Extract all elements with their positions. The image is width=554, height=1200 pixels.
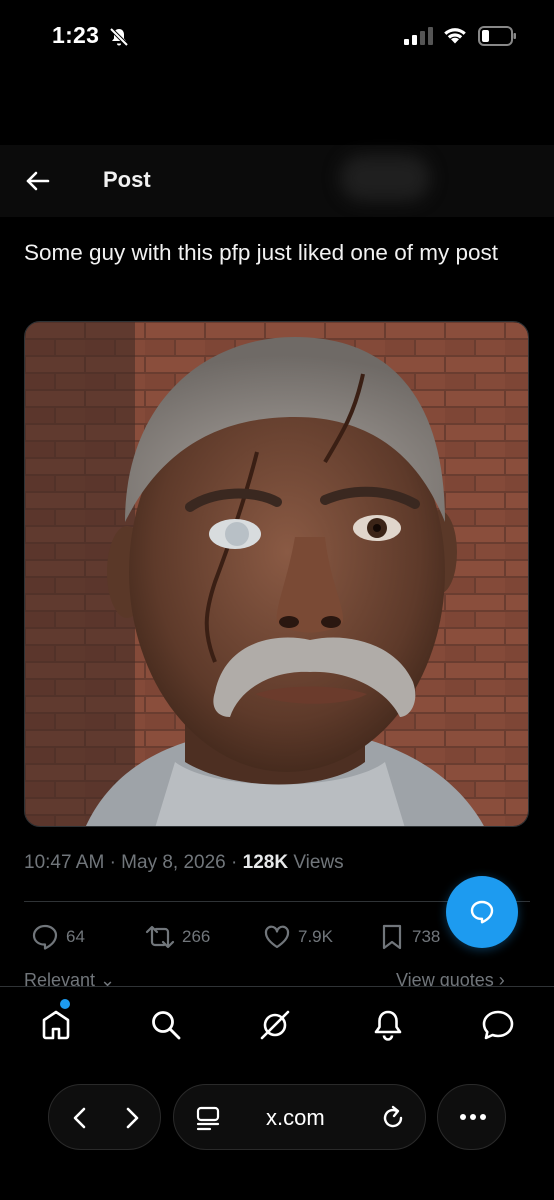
sort-relevant-label: Relevant — [24, 970, 96, 986]
views-count: 128K — [242, 852, 289, 873]
bookmark-icon — [382, 924, 402, 950]
reload-icon[interactable] — [379, 1104, 407, 1132]
browser-back-icon[interactable] — [65, 1103, 95, 1133]
reply-button[interactable]: 64 — [30, 922, 85, 952]
post-image[interactable] — [24, 321, 529, 827]
home-icon — [42, 1010, 70, 1040]
page-title: Post — [103, 167, 151, 192]
meta-separator: · — [109, 852, 116, 873]
notifications-icon — [374, 1010, 402, 1041]
like-count: 7.9K — [298, 927, 333, 946]
status-bar: 1:23 — [0, 0, 554, 72]
reply-count: 64 — [66, 927, 85, 946]
reader-mode-icon[interactable] — [194, 1104, 222, 1132]
post-header: Post — [0, 145, 554, 217]
reply-icon — [32, 924, 58, 950]
messages-icon — [482, 1010, 514, 1040]
reply-bubble-icon — [470, 900, 494, 924]
chevron-right-icon: › — [493, 970, 505, 986]
home-notification-dot — [60, 999, 70, 1009]
nav-grok[interactable] — [255, 1005, 295, 1045]
blurred-header-area — [340, 155, 430, 201]
views-label: Views — [293, 852, 344, 873]
browser-more-button[interactable] — [437, 1084, 506, 1150]
back-arrow-icon[interactable] — [22, 165, 54, 197]
sort-relevant-dropdown[interactable]: Relevant ⌄ — [24, 970, 115, 986]
bell-muted-icon — [109, 27, 129, 47]
chevron-down-icon: ⌄ — [95, 970, 116, 986]
bookmark-count: 738 — [412, 927, 441, 946]
meta-separator: · — [231, 852, 238, 873]
view-quotes-link[interactable]: View quotes › — [396, 970, 505, 986]
status-time: 1:23 — [52, 22, 100, 48]
like-button[interactable]: 7.9K — [262, 922, 333, 952]
nav-search[interactable] — [146, 1005, 186, 1045]
bottom-nav — [0, 986, 554, 1066]
repost-count: 266 — [182, 927, 211, 946]
portrait-image — [25, 322, 528, 826]
nav-notifications[interactable] — [368, 1005, 408, 1045]
post-time: 10:47 AM — [24, 852, 105, 873]
more-dots-icon — [460, 1114, 486, 1120]
grok-icon — [260, 1010, 290, 1040]
view-quotes-label: View quotes — [396, 970, 494, 986]
signal-icon — [404, 27, 433, 45]
repost-button[interactable]: 266 — [144, 922, 210, 952]
wifi-icon — [444, 28, 466, 44]
post-text: Some guy with this pfp just liked one of… — [24, 240, 498, 265]
nav-home[interactable] — [36, 1005, 76, 1045]
compose-reply-button[interactable] — [446, 876, 518, 948]
url-bar[interactable]: x.com — [173, 1084, 426, 1150]
browser-toolbar: x.com — [0, 1066, 554, 1200]
repost-icon — [145, 925, 175, 949]
battery-icon — [478, 26, 516, 46]
post-date: May 8, 2026 — [121, 852, 226, 873]
nav-messages[interactable] — [478, 1005, 518, 1045]
browser-forward-icon[interactable] — [117, 1103, 147, 1133]
post-meta: 10:47 AM · May 8, 2026 · 128K Views — [24, 852, 344, 874]
bookmark-button[interactable]: 738 — [378, 922, 440, 952]
url-text: x.com — [266, 1105, 325, 1130]
heart-icon — [264, 925, 290, 949]
browser-nav-pill — [48, 1084, 161, 1150]
search-icon — [152, 1011, 181, 1040]
